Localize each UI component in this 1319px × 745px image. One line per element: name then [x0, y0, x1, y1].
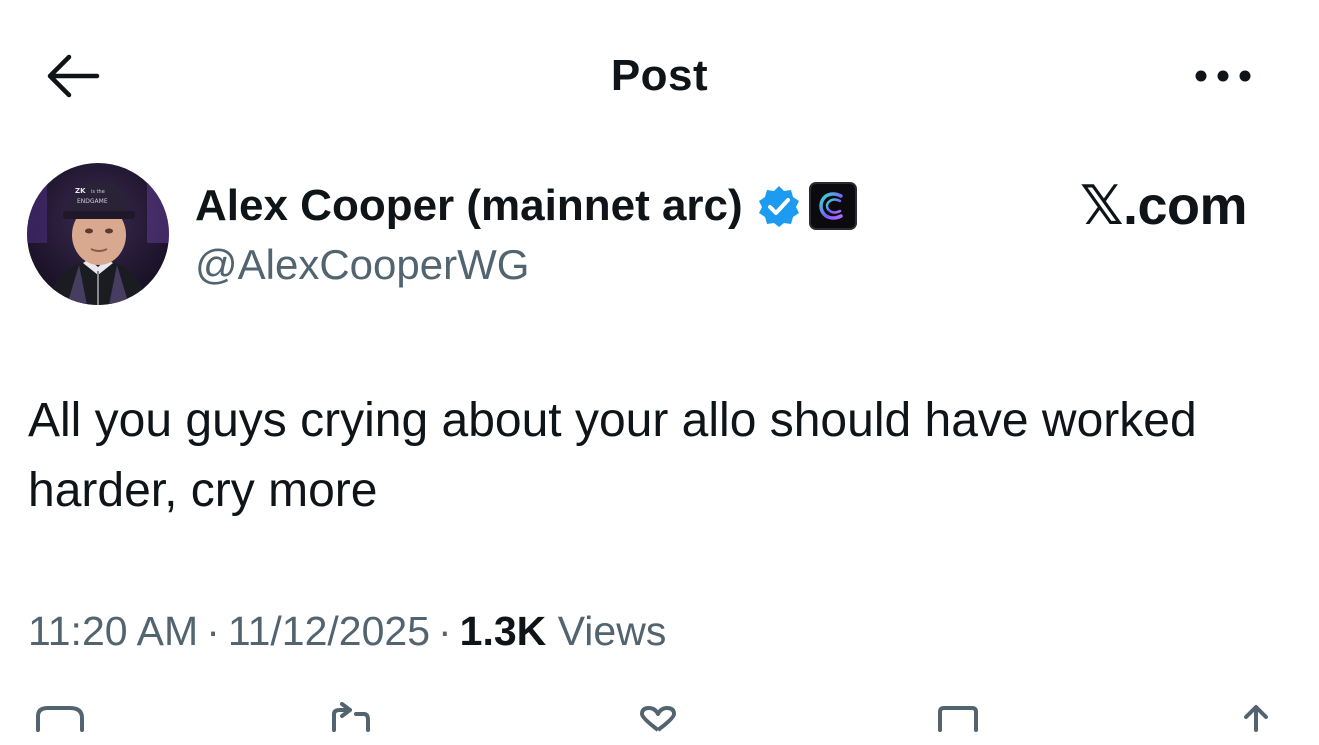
bookmark-icon[interactable] [928, 700, 988, 740]
post-date[interactable]: 11/12/2025 [228, 608, 430, 654]
meta-separator: · [206, 608, 220, 654]
author-name-row: Alex Cooper (mainnet arc) [195, 178, 857, 234]
more-horizontal-icon [1195, 70, 1251, 82]
action-bar [0, 700, 1319, 740]
verified-badge-icon[interactable] [757, 184, 801, 228]
meta-separator: · [438, 608, 452, 654]
author-avatar[interactable]: ZK is the ENDGAME [27, 163, 169, 305]
author-display-name[interactable]: Alex Cooper (mainnet arc) [195, 180, 743, 232]
affiliate-logo-icon[interactable] [808, 182, 857, 230]
arrow-left-icon [47, 54, 100, 98]
more-options-button[interactable] [1186, 46, 1260, 106]
avatar-cap-text: ZK [75, 187, 86, 195]
svg-text:is the: is the [91, 189, 105, 195]
avatar-image: ZK is the ENDGAME [27, 163, 169, 305]
svg-text:ENDGAME: ENDGAME [77, 198, 108, 205]
author-handle[interactable]: @AlexCooperWG [195, 240, 529, 290]
views-label[interactable]: Views [558, 608, 667, 654]
back-button[interactable] [38, 44, 108, 108]
page-title: Post [610, 51, 709, 100]
post-text: All you guys crying about your allo shou… [28, 394, 1197, 517]
share-icon[interactable] [1226, 700, 1286, 740]
post-header: Post [0, 0, 1319, 150]
post-time[interactable]: 11:20 AM [28, 608, 198, 654]
repost-icon[interactable] [320, 700, 380, 740]
like-icon[interactable] [628, 700, 688, 740]
post-meta: 11:20 AM · 11/12/2025 · 1.3K Views [28, 603, 666, 659]
views-count[interactable]: 1.3K [460, 608, 547, 654]
x-com-watermark: 𝕏.com [1080, 176, 1248, 236]
reply-icon[interactable] [30, 700, 90, 740]
